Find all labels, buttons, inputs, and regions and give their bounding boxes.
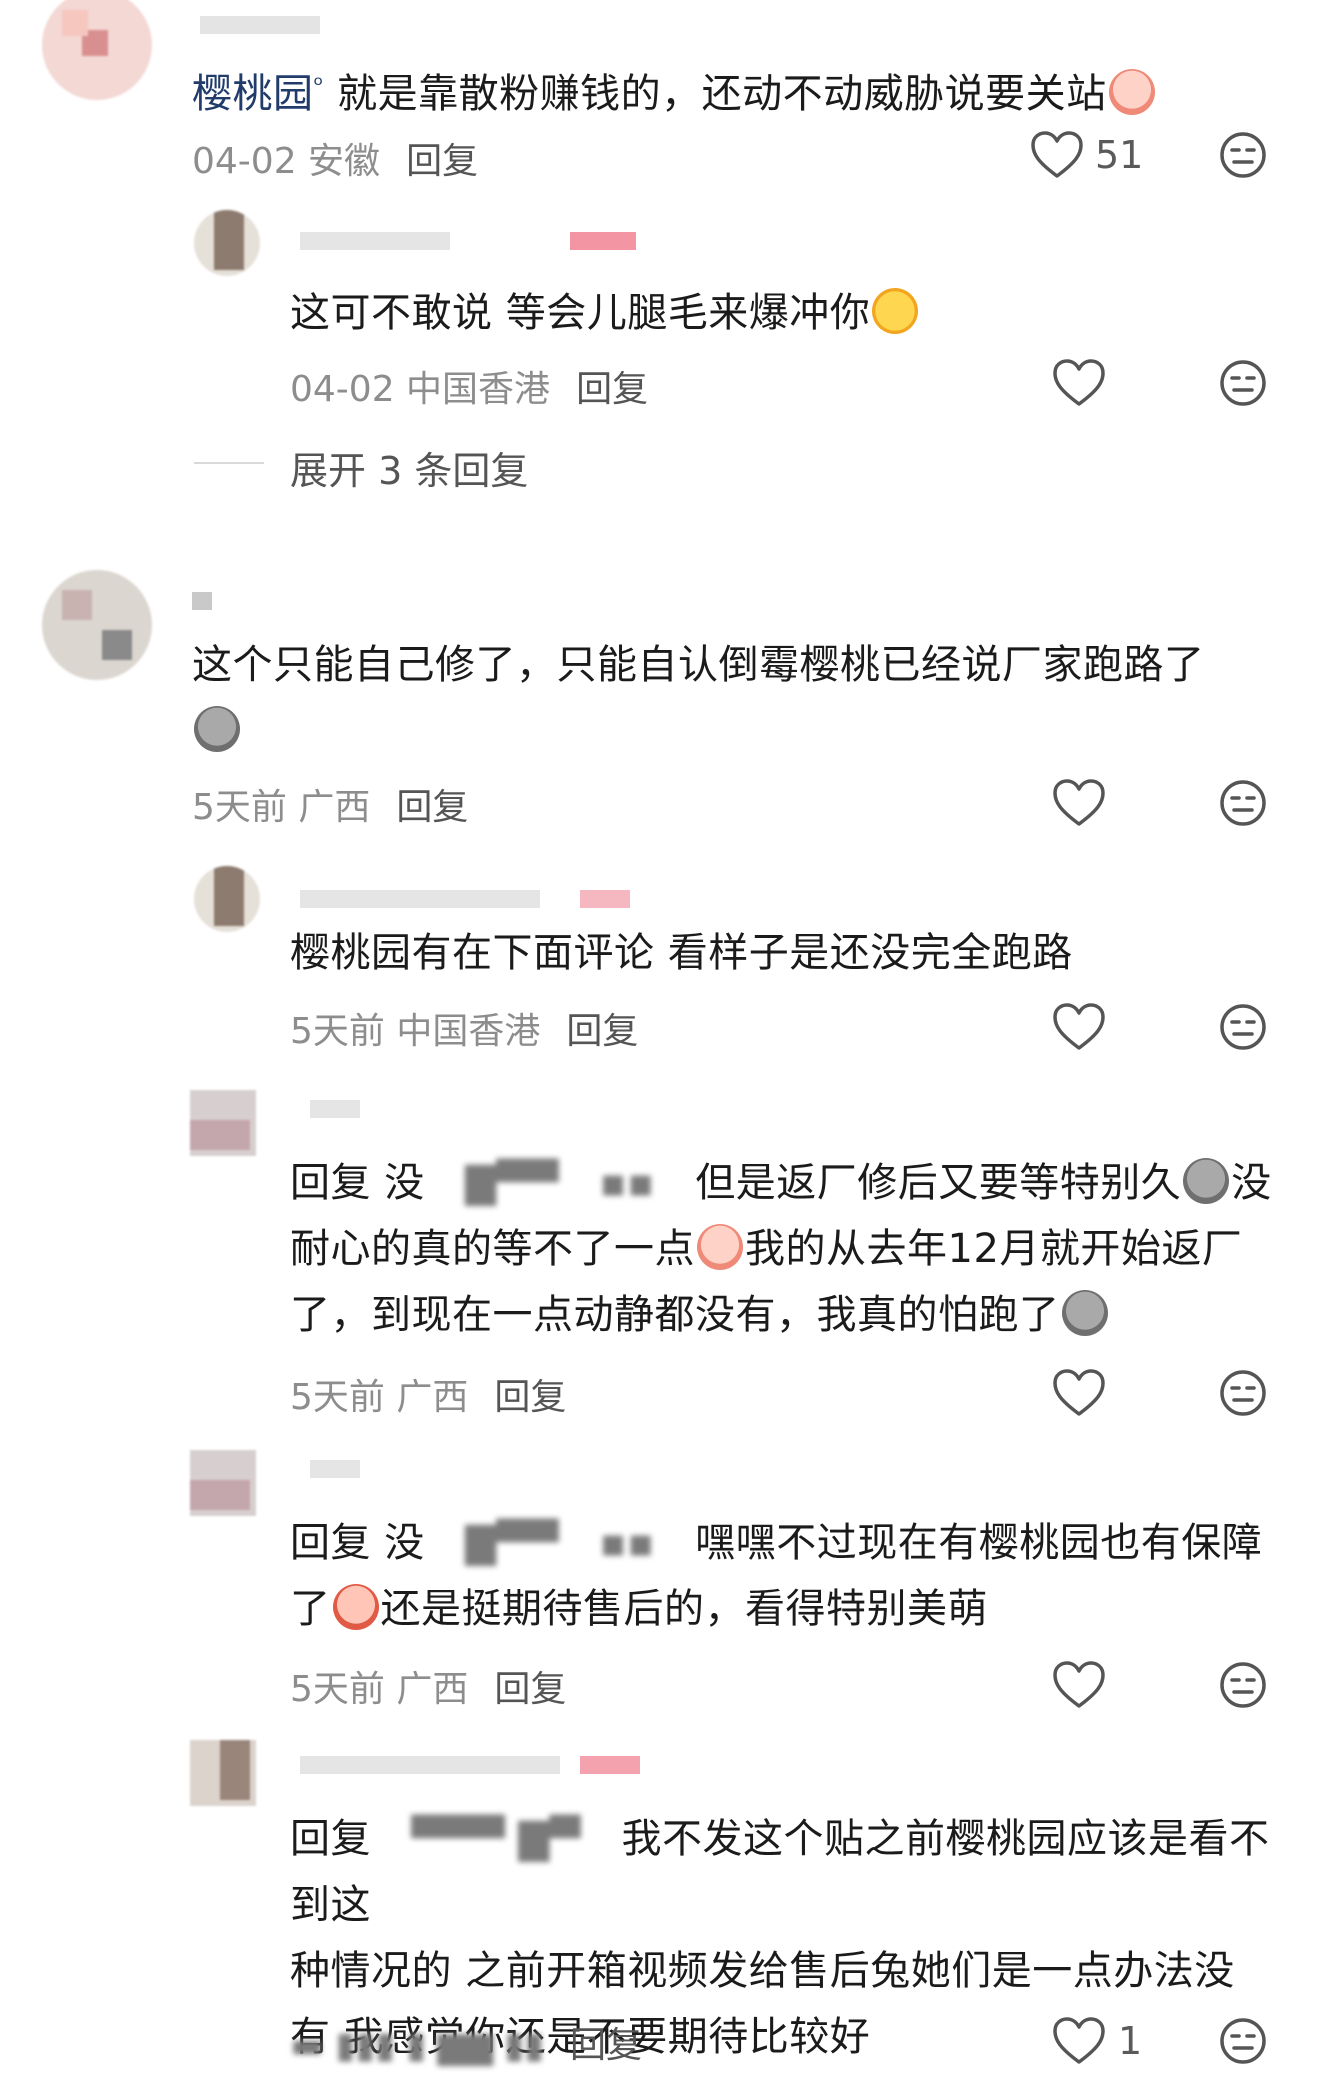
comment-meta: 04-02 中国香港 回复 <box>290 369 649 410</box>
comment-3: 这个只能自己修了，只能自认倒霉樱桃已经说厂家跑路了 5天前 广西 回复 <box>0 560 1320 840</box>
username[interactable] <box>300 890 540 908</box>
avatar[interactable] <box>42 570 152 680</box>
meh-face-icon[interactable] <box>1218 1368 1268 1418</box>
avatar[interactable] <box>190 1740 256 1806</box>
sad-emoji-icon <box>1061 1290 1108 1336</box>
comment-6: 回复 没 ▇▀▀ ▪▪ 嘿嘿不过现在有樱桃园也有保障 了还是挺期待售后的，看得特… <box>0 1450 1320 1710</box>
heart-icon[interactable] <box>1052 778 1106 828</box>
comment-meta: 04-02 安徽 回复 <box>192 141 479 182</box>
meh-face-icon[interactable] <box>1218 1002 1268 1052</box>
heart-icon[interactable] <box>1052 358 1106 408</box>
mention[interactable]: 樱桃园 <box>192 71 314 117</box>
crying-emoji-icon <box>1108 69 1155 115</box>
like-count: 1 <box>1118 2019 1143 2063</box>
avatar[interactable] <box>190 1450 256 1516</box>
blushing-emoji-icon <box>872 288 919 334</box>
reply-button[interactable]: 回复 <box>494 1377 566 1418</box>
meh-face-icon[interactable] <box>1218 130 1268 180</box>
sad-emoji-icon <box>1183 1158 1230 1204</box>
heart-icon[interactable] <box>1052 1660 1106 1710</box>
crying-emoji-icon <box>697 1224 743 1270</box>
reply-button[interactable]: 回复 <box>576 369 648 410</box>
reply-button[interactable]: 回复 <box>566 1011 638 1052</box>
comment-meta: 5天前 中国香港 回复 <box>290 1011 639 1052</box>
avatar[interactable] <box>190 1090 256 1156</box>
comment-5: 回复 没 ▇▀▀ ▪▪ 但是返厂修后又要等特别久没 耐心的真的等不了一点 我的从去… <box>0 1090 1320 1420</box>
comment-meta: ▬ ▮▮▮ ▮ ▆▆ ▮▮ 回复 <box>290 2025 643 2066</box>
comment-meta: 5天前 广西 回复 <box>192 787 469 828</box>
username-badge <box>580 1756 640 1774</box>
avatar[interactable] <box>194 866 260 932</box>
like-count: 51 <box>1095 133 1144 177</box>
comment-7: 回复 ▀▀▀ ▇▀ 我不发这个贴之前樱桃园应该是看不到这 种情况的 之前开箱视频… <box>0 1740 1320 2083</box>
comment-1: 樱桃园ᵒ 就是靠散粉赚钱的，还动不动威胁说要关站 04-02 安徽 回复 51 <box>0 0 1320 182</box>
comment-meta: 5天前 广西 回复 <box>290 1669 567 1710</box>
comment-text: 这个只能自己修了，只能自认倒霉樱桃已经说厂家跑路了 <box>192 632 1272 764</box>
comment-meta: 5天前 广西 回复 <box>290 1377 567 1418</box>
meh-face-icon[interactable] <box>1218 1660 1268 1710</box>
username[interactable] <box>300 1756 560 1774</box>
divider <box>194 462 264 464</box>
heart-icon[interactable] <box>1030 130 1084 180</box>
meh-face-icon[interactable] <box>1218 778 1268 828</box>
username[interactable] <box>310 1460 360 1478</box>
comment-text: 回复 没 ▇▀▀ ▪▪ 但是返厂修后又要等特别久没 耐心的真的等不了一点 我的从去… <box>290 1158 1272 1338</box>
username-badge <box>570 232 636 250</box>
heart-icon[interactable] <box>1052 1002 1106 1052</box>
heart-icon[interactable] <box>1052 1368 1106 1418</box>
username[interactable] <box>310 1100 360 1118</box>
reply-button[interactable]: 回复 <box>396 787 468 828</box>
comment-text: 回复 没 ▇▀▀ ▪▪ 嘿嘿不过现在有樱桃园也有保障 了还是挺期待售后的，看得特… <box>290 1520 1263 1632</box>
reply-button[interactable]: 回复 <box>494 1669 566 1710</box>
username[interactable] <box>300 232 450 250</box>
avatar[interactable] <box>42 0 152 100</box>
comment-text: 樱桃园ᵒ 就是靠散粉赚钱的，还动不动威胁说要关站 <box>192 52 1157 127</box>
heart-icon[interactable] <box>1052 2016 1106 2066</box>
expand-replies-button[interactable]: 展开 3 条回复 <box>290 440 528 495</box>
sad-emoji-icon <box>194 706 240 752</box>
meh-face-icon[interactable] <box>1218 358 1268 408</box>
avatar[interactable] <box>194 210 260 276</box>
username[interactable] <box>192 592 212 610</box>
comment-text: 这可不敢说 等会儿腿毛来爆冲你 <box>290 280 920 346</box>
comment-2: 这可不敢说 等会儿腿毛来爆冲你 04-02 中国香港 回复 展开 3 条回复 <box>0 200 1320 500</box>
username[interactable] <box>200 16 320 34</box>
reply-button[interactable]: 回复 <box>406 141 478 182</box>
meh-face-icon[interactable] <box>1218 2016 1268 2066</box>
comment-4: 樱桃园有在下面评论 看样子是还没完全跑路 5天前 中国香港 回复 <box>0 860 1320 1060</box>
praying-emoji-icon <box>332 1584 379 1630</box>
username-badge <box>580 890 630 908</box>
reply-button[interactable]: 回复 <box>570 2025 642 2066</box>
comment-text: 樱桃园有在下面评论 看样子是还没完全跑路 <box>290 930 1073 976</box>
